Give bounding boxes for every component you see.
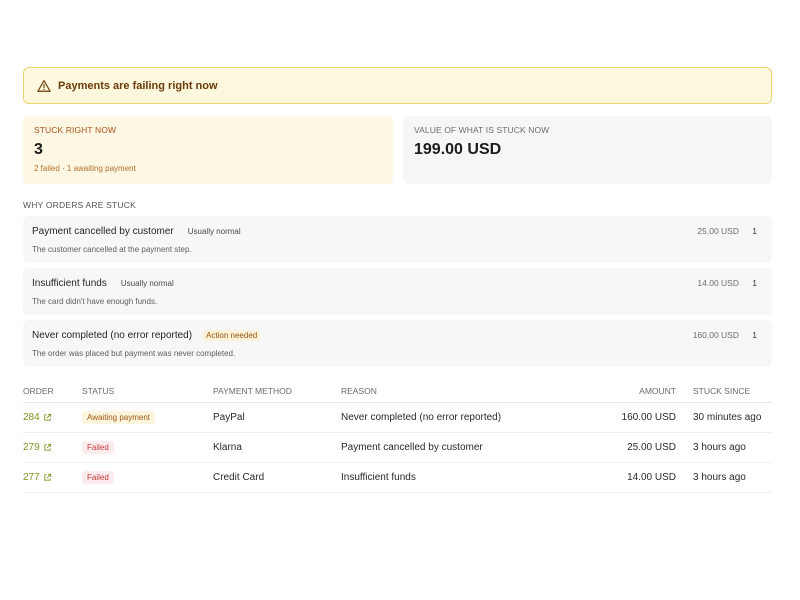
column-header-stuck-since: STUCK SINCE (676, 386, 772, 403)
reason-cell: Payment cancelled by customer (341, 432, 565, 463)
reasons-section-title: WHY ORDERS ARE STUCK (23, 200, 136, 210)
stuck-value-card: VALUE OF WHAT IS STUCK NOW 199.00 USD (403, 116, 772, 184)
reason-title: Insufficient funds (32, 277, 107, 289)
stuck-count-breakdown: 2 failed · 1 awaiting payment (34, 164, 136, 173)
reason-description: The customer cancelled at the payment st… (32, 245, 192, 254)
order-link[interactable]: 284 (23, 412, 52, 423)
column-header-payment-method: PAYMENT METHOD (213, 386, 341, 403)
amount-cell: 25.00 USD (565, 432, 676, 463)
reason-count: 1 (752, 330, 757, 340)
order-link[interactable]: 277 (23, 472, 52, 483)
status-badge: Failed (82, 471, 114, 484)
stuck-orders-table: ORDER STATUS PAYMENT METHOD REASON AMOUN… (23, 386, 772, 493)
reason-description: The order was placed but payment was nev… (32, 349, 236, 358)
external-link-icon (43, 413, 52, 422)
stuck-count-label: STUCK RIGHT NOW (34, 125, 117, 135)
reason-tag: Usually normal (187, 226, 241, 236)
status-badge: Failed (82, 441, 114, 454)
reason-item: Insufficient funds Usually normal The ca… (23, 268, 772, 315)
stuck-since-cell: 30 minutes ago (676, 402, 772, 433)
payment-method: Credit Card (213, 462, 341, 493)
column-header-order: ORDER (23, 386, 82, 403)
payments-failing-alert: Payments are failing right now (23, 67, 772, 104)
reason-title: Payment cancelled by customer (32, 225, 174, 237)
column-header-amount: AMOUNT (565, 386, 676, 403)
reason-count: 1 (752, 278, 757, 288)
stats-row: STUCK RIGHT NOW 3 2 failed · 1 awaiting … (23, 116, 772, 184)
reason-cell: Never completed (no error reported) (341, 402, 565, 433)
reason-amount: 14.00 USD (697, 278, 739, 288)
order-number: 279 (23, 442, 40, 453)
reason-cell: Insufficient funds (341, 462, 565, 493)
reason-tag: Usually normal (120, 278, 174, 288)
reason-item: Payment cancelled by customer Usually no… (23, 216, 772, 263)
reason-item: Never completed (no error reported) Acti… (23, 320, 772, 367)
stuck-since-cell: 3 hours ago (676, 462, 772, 493)
table-row: 284 Awaiting payment PayPal Never comple… (23, 402, 772, 433)
order-link[interactable]: 279 (23, 442, 52, 453)
column-header-status: STATUS (82, 386, 213, 403)
table-row: 277 Failed Credit Card Insufficient fund… (23, 462, 772, 493)
reason-tag-action-needed: Action needed (203, 329, 261, 341)
reason-amount: 25.00 USD (697, 226, 739, 236)
amount-cell: 160.00 USD (565, 402, 676, 433)
status-badge: Awaiting payment (82, 411, 155, 424)
reasons-list: Payment cancelled by customer Usually no… (23, 216, 772, 367)
amount-cell: 14.00 USD (565, 462, 676, 493)
payment-method: Klarna (213, 432, 341, 463)
alert-title: Payments are failing right now (58, 79, 218, 92)
stuck-since-cell: 3 hours ago (676, 432, 772, 463)
external-link-icon (43, 443, 52, 452)
column-header-reason: REASON (341, 386, 565, 403)
stuck-value-label: VALUE OF WHAT IS STUCK NOW (414, 125, 550, 135)
order-number: 284 (23, 412, 40, 423)
table-header-row: ORDER STATUS PAYMENT METHOD REASON AMOUN… (23, 386, 772, 403)
table-row: 279 Failed Klarna Payment cancelled by c… (23, 432, 772, 463)
stuck-payments-panel: Payments are failing right now STUCK RIG… (23, 67, 772, 493)
payment-method: PayPal (213, 402, 341, 433)
reason-description: The card didn't have enough funds. (32, 297, 158, 306)
stuck-count-card: STUCK RIGHT NOW 3 2 failed · 1 awaiting … (23, 116, 393, 184)
reason-title: Never completed (no error reported) (32, 329, 193, 341)
reason-count: 1 (752, 226, 757, 236)
order-number: 277 (23, 472, 40, 483)
external-link-icon (43, 473, 52, 482)
stuck-count-value: 3 (34, 141, 43, 158)
reason-amount: 160.00 USD (692, 330, 739, 340)
stuck-value-amount: 199.00 USD (414, 141, 502, 158)
warning-triangle-icon (37, 79, 51, 93)
